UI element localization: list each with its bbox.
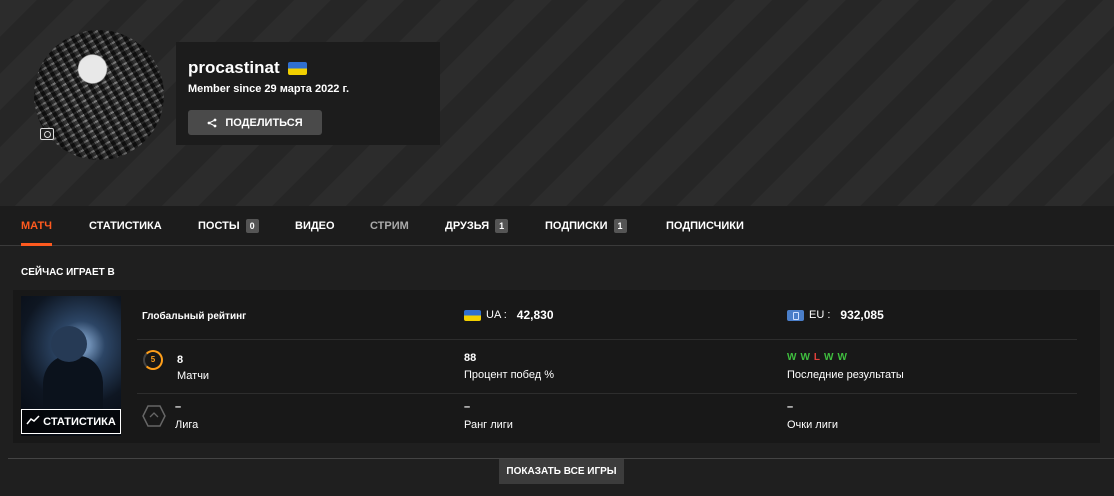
recent-results-label: Последние результаты: [787, 369, 904, 381]
posts-count-badge: 0: [245, 219, 259, 233]
camera-icon[interactable]: [40, 128, 54, 140]
subscriptions-count-badge: 1: [613, 219, 627, 233]
tab-match[interactable]: МАТЧ: [21, 206, 53, 246]
result-win: W: [787, 352, 797, 363]
tab-friends[interactable]: ДРУЗЬЯ 1: [445, 206, 509, 246]
skill-level-icon: 5: [143, 350, 163, 370]
result-loss: L: [813, 352, 821, 363]
global-rating-label: Глобальный рейтинг: [142, 311, 247, 322]
tab-posts[interactable]: ПОСТЫ 0: [198, 206, 259, 246]
tab-video[interactable]: ВИДЕО: [295, 206, 335, 246]
league-rank-value: –: [464, 401, 471, 413]
profile-card: procastinat Member since 29 марта 2022 г…: [176, 42, 440, 145]
result-win: W: [824, 352, 834, 363]
divider: [137, 393, 1077, 394]
share-icon: [207, 118, 217, 128]
profile-tabs: МАТЧ СТАТИСТИКА ПОСТЫ 0 ВИДЕО СТРИМ ДРУЗЬ…: [0, 206, 1114, 246]
friends-count-badge: 1: [495, 219, 509, 233]
tab-subscriptions[interactable]: ПОДПИСКИ 1: [545, 206, 627, 246]
winrate-value: 88: [464, 352, 477, 364]
chart-icon: [26, 415, 40, 428]
result-win: W: [800, 352, 810, 363]
league-points-label: Очки лиги: [787, 419, 839, 431]
tab-statistics[interactable]: СТАТИСТИКА: [89, 206, 162, 246]
ua-rating: UA : 42,830: [464, 308, 554, 322]
ukraine-flag-icon: [287, 61, 307, 75]
game-stats-button[interactable]: СТАТИСТИКА: [21, 409, 121, 434]
ukraine-flag-icon: [464, 309, 481, 321]
profile-banner: procastinat Member since 29 марта 2022 г…: [0, 0, 1114, 206]
member-since: Member since 29 марта 2022 г.: [188, 83, 350, 95]
league-label: Лига: [175, 419, 199, 431]
league-points-value: –: [787, 401, 794, 413]
now-playing-title: СЕЙЧАС ИГРАЕТ В: [21, 267, 115, 278]
eu-rating: EU : 932,085: [787, 308, 884, 322]
tab-stream[interactable]: СТРИМ: [370, 206, 409, 246]
share-button[interactable]: ПОДЕЛИТЬСЯ: [188, 110, 322, 135]
avatar[interactable]: [34, 30, 164, 160]
tab-followers[interactable]: ПОДПИСЧИКИ: [666, 206, 744, 246]
divider: [137, 339, 1077, 340]
result-win: W: [837, 352, 847, 363]
winrate-label: Процент побед %: [464, 369, 554, 381]
eu-flag-icon: [787, 309, 804, 321]
league-value: –: [175, 401, 182, 413]
league-hexagon-icon: [142, 405, 166, 427]
league-rank-label: Ранг лиги: [464, 419, 513, 431]
matches-label: Матчи: [177, 370, 210, 382]
username: procastinat: [188, 58, 307, 78]
recent-results: W W L W W: [787, 352, 847, 363]
show-all-games-button[interactable]: ПОКАЗАТЬ ВСЕ ИГРЫ: [499, 459, 624, 484]
matches-value: 8: [177, 354, 184, 366]
